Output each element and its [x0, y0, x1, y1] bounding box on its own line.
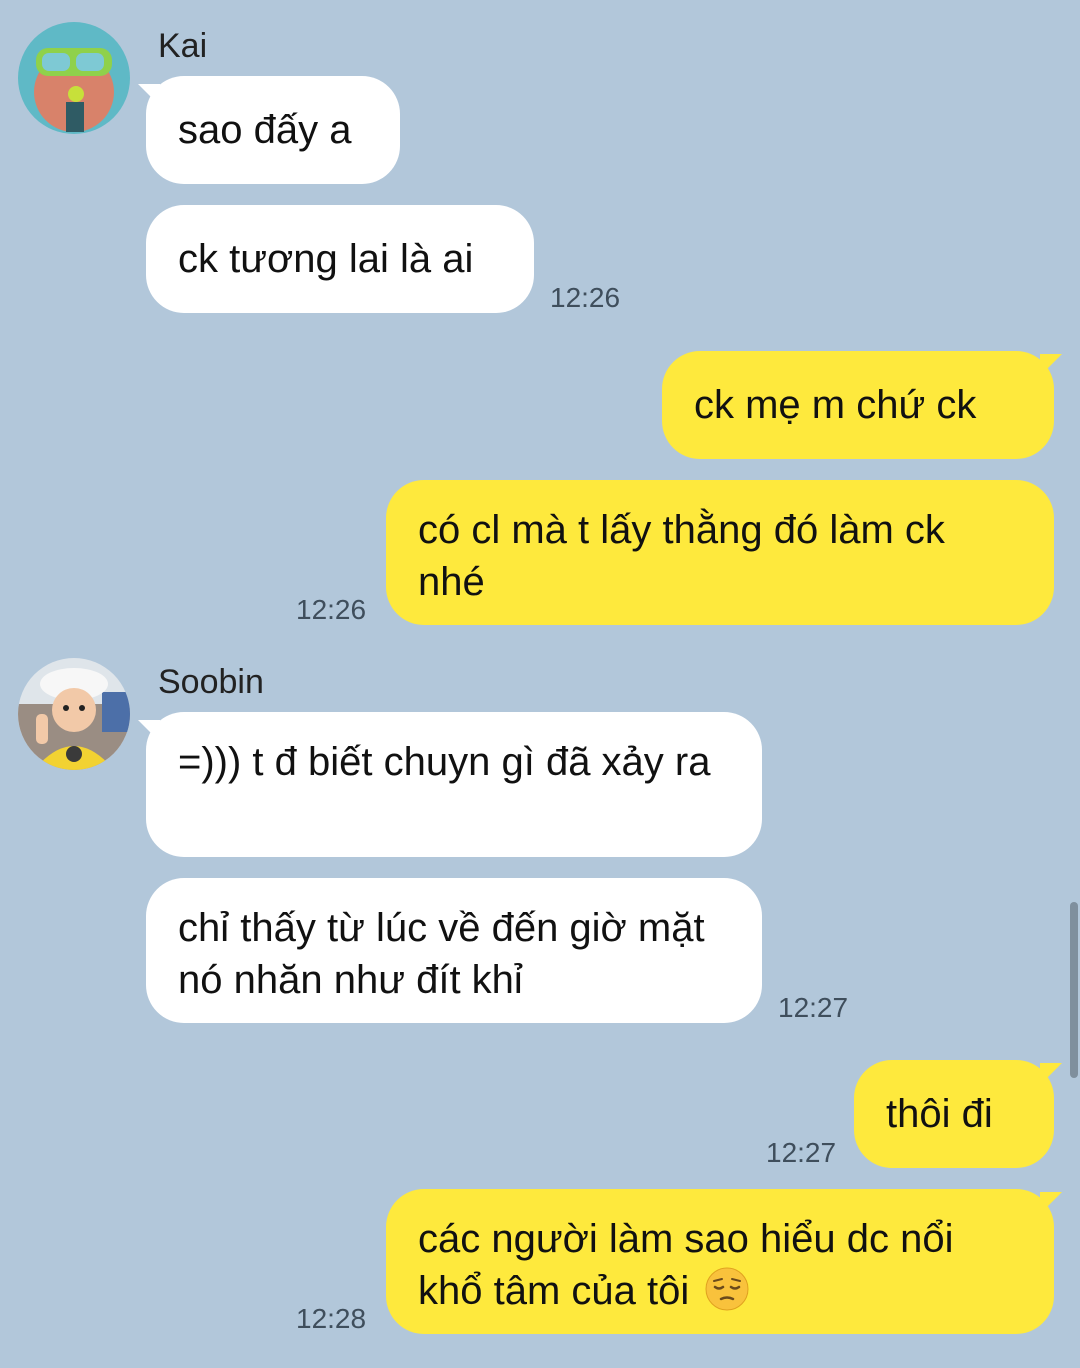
sender-name-kai: Kai: [158, 27, 208, 65]
message-timestamp: 12:27: [766, 1137, 837, 1168]
message-bubble-incoming[interactable]: chỉ thấy từ lúc về đến giờ mặt nó nhăn n…: [146, 878, 762, 1023]
message-text: các người làm sao hiểu dc nổi khổ tâm củ…: [418, 1217, 954, 1313]
message-timestamp: 12:28: [296, 1303, 367, 1334]
message-bubble-incoming[interactable]: sao đấy a: [146, 76, 400, 184]
message-bubble-outgoing[interactable]: thôi đi: [854, 1060, 1054, 1168]
message-bubble-outgoing[interactable]: có cl mà t lấy thằng đó làm ck nhé: [386, 480, 1054, 625]
message-timestamp: 12:27: [778, 992, 849, 1023]
message-bubble-incoming[interactable]: =))) t đ biết chuyn gì đã xảy ra: [146, 712, 762, 857]
message-timestamp: 12:26: [550, 282, 621, 313]
avatar-soobin[interactable]: [18, 658, 130, 770]
message-bubble-incoming[interactable]: ck tương lai là ai: [146, 205, 534, 313]
pensive-face-icon: [704, 1266, 750, 1312]
message-bubble-outgoing[interactable]: ck mẹ m chứ ck: [662, 351, 1054, 459]
scrollbar[interactable]: [1070, 902, 1078, 1078]
avatar-kai[interactable]: [18, 22, 130, 134]
message-timestamp: 12:26: [296, 594, 367, 625]
message-bubble-outgoing[interactable]: các người làm sao hiểu dc nổi khổ tâm củ…: [386, 1189, 1054, 1334]
sender-name-soobin: Soobin: [158, 663, 264, 701]
